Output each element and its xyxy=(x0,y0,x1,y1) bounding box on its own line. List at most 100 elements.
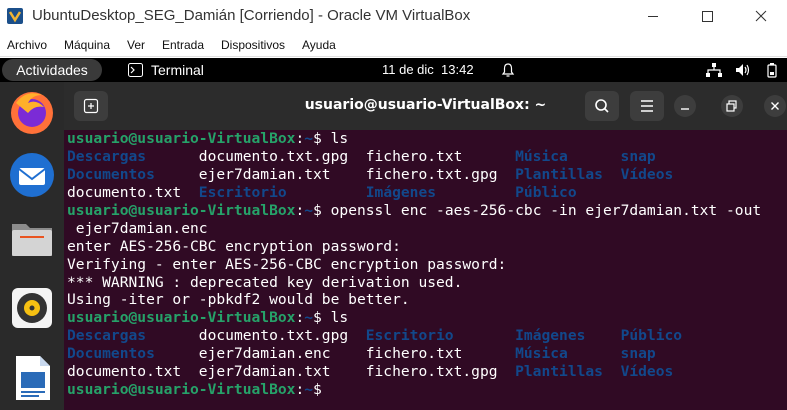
files-icon[interactable] xyxy=(6,212,58,264)
menu-ayuda[interactable]: Ayuda xyxy=(302,38,336,52)
firefox-icon[interactable] xyxy=(6,85,58,137)
network-icon[interactable] xyxy=(706,63,722,77)
prompt-cwd: ~ xyxy=(304,309,314,327)
terminal-lines: usuario@usuario-VirtualBox:~$ ls Descarga… xyxy=(67,130,761,399)
prompt-cwd: ~ xyxy=(304,130,314,147)
activities-button[interactable]: Actividades xyxy=(2,59,102,81)
terminal-line: usuario@usuario-VirtualBox:~$ ls xyxy=(67,309,761,327)
rhythmbox-icon[interactable] xyxy=(6,282,58,334)
directory-entry: snap xyxy=(620,345,656,363)
terminal-line: usuario@usuario-VirtualBox:~$ xyxy=(67,381,761,399)
terminal-text: ejer7damian.enc xyxy=(67,219,208,237)
terminal-maximize-button[interactable] xyxy=(721,95,743,117)
directory-entry: Música xyxy=(515,345,568,363)
thunderbird-icon[interactable] xyxy=(6,148,58,200)
terminal-cursor xyxy=(331,381,340,397)
menu-maquina[interactable]: Máquina xyxy=(64,38,110,52)
directory-entry: Imágenes xyxy=(365,183,437,201)
directory-entry: Público xyxy=(515,183,577,201)
prompt-cwd: ~ xyxy=(304,201,314,219)
minimize-icon xyxy=(648,16,658,17)
host-close-button[interactable] xyxy=(738,0,784,33)
terminal-line: Documentos ejer7damian.txt fichero.txt.g… xyxy=(67,166,761,184)
prompt-user-host: usuario@usuario-VirtualBox xyxy=(67,309,296,327)
minimize-icon xyxy=(681,108,689,110)
maximize-icon xyxy=(702,11,713,22)
restore-icon xyxy=(726,100,737,112)
libreoffice-writer-icon[interactable] xyxy=(6,352,58,404)
prompt-user-host: usuario@usuario-VirtualBox xyxy=(67,381,296,399)
terminal-line: Descargas documento.txt.gpg fichero.txt … xyxy=(67,148,761,166)
terminal-line: Verifying - enter AES-256-CBC encryption… xyxy=(67,256,761,274)
search-button[interactable] xyxy=(585,91,619,121)
directory-entry: Escritorio xyxy=(365,327,454,345)
terminal-text: Verifying - enter AES-256-CBC encryption… xyxy=(67,255,507,273)
host-minimize-button[interactable] xyxy=(630,0,676,33)
virtualbox-menubar: Archivo Máquina Ver Entrada Dispositivos… xyxy=(0,33,787,57)
directory-entry: Plantillas xyxy=(515,165,603,183)
terminal-text: documento.txt.gpg xyxy=(146,327,366,345)
directory-entry: Público xyxy=(620,327,683,345)
notification-bell-icon[interactable] xyxy=(500,62,516,78)
terminal-line: enter AES-256-CBC encryption password: xyxy=(67,238,761,256)
terminal-app-icon xyxy=(128,63,143,77)
menu-entrada[interactable]: Entrada xyxy=(162,38,204,52)
terminal-text: : xyxy=(295,309,305,327)
terminal-text: $ openssl enc -aes-256-cbc -in ejer7dami… xyxy=(313,201,762,219)
terminal-text: $ ls xyxy=(313,309,349,327)
menu-dispositivos[interactable]: Dispositivos xyxy=(221,38,285,52)
prompt-user-host: usuario@usuario-VirtualBox xyxy=(67,201,296,219)
ubuntu-dock xyxy=(0,82,64,410)
terminal-text: : xyxy=(295,381,305,399)
directory-entry: Descargas xyxy=(67,327,147,345)
host-window-titlebar[interactable]: UbuntuDesktop_SEG_Damián [Corriendo] - O… xyxy=(0,0,787,33)
terminal-line: usuario@usuario-VirtualBox:~$ openssl en… xyxy=(67,202,761,220)
prompt-user-host: usuario@usuario-VirtualBox xyxy=(67,130,296,147)
terminal-text: ejer7damian.txt fichero.txt.gpg xyxy=(154,165,516,183)
battery-icon[interactable] xyxy=(764,62,780,78)
terminal-line: documento.txt ejer7damian.txt fichero.tx… xyxy=(67,363,761,381)
menu-archivo[interactable]: Archivo xyxy=(7,38,47,52)
terminal-text: *** WARNING : deprecated key derivation … xyxy=(67,273,463,291)
close-icon xyxy=(771,102,779,110)
terminal-line: documento.txt Escritorio Imágenes Públic… xyxy=(67,184,761,202)
directory-entry: snap xyxy=(620,147,656,165)
directory-entry: Plantillas xyxy=(515,363,603,381)
terminal-line: Using -iter or -pbkdf2 would be better. xyxy=(67,291,761,309)
volume-icon[interactable] xyxy=(735,63,751,77)
directory-entry: Documentos xyxy=(67,165,155,183)
menu-ver[interactable]: Ver xyxy=(127,38,145,52)
directory-entry: Documentos xyxy=(67,345,155,363)
clock[interactable]: 11 de dic 13:42 xyxy=(382,62,474,77)
host-maximize-button[interactable] xyxy=(684,0,730,33)
terminal-text: $ ls xyxy=(313,130,349,147)
terminal-text: documento.txt xyxy=(67,183,199,201)
hamburger-menu-button[interactable] xyxy=(630,91,664,121)
terminal-close-button[interactable] xyxy=(764,95,786,117)
terminal-text: ejer7damian.enc fichero.txt xyxy=(154,345,516,363)
terminal-text: documento.txt ejer7damian.txt fichero.tx… xyxy=(67,363,516,381)
terminal-output[interactable]: usuario@usuario-VirtualBox:~$ ls Descarga… xyxy=(64,130,787,410)
directory-entry: Vídeos xyxy=(620,363,674,381)
terminal-text: documento.txt.gpg fichero.txt xyxy=(146,147,516,165)
prompt-cwd: ~ xyxy=(304,381,314,399)
terminal-text: $ xyxy=(313,381,331,399)
terminal-line: *** WARNING : deprecated key derivation … xyxy=(67,274,761,292)
directory-entry: Música xyxy=(515,147,568,165)
app-menu-terminal[interactable]: Terminal xyxy=(151,62,204,78)
terminal-text: : xyxy=(295,130,305,147)
terminal-headerbar[interactable]: usuario@usuario-VirtualBox: ~ xyxy=(64,82,787,130)
terminal-line: ejer7damian.enc xyxy=(67,220,761,238)
search-icon xyxy=(595,99,609,113)
terminal-minimize-button[interactable] xyxy=(674,95,696,117)
terminal-text: Using -iter or -pbkdf2 would be better. xyxy=(67,291,410,309)
terminal-text: enter AES-256-CBC encryption password: xyxy=(67,237,401,255)
hamburger-icon xyxy=(641,100,653,112)
